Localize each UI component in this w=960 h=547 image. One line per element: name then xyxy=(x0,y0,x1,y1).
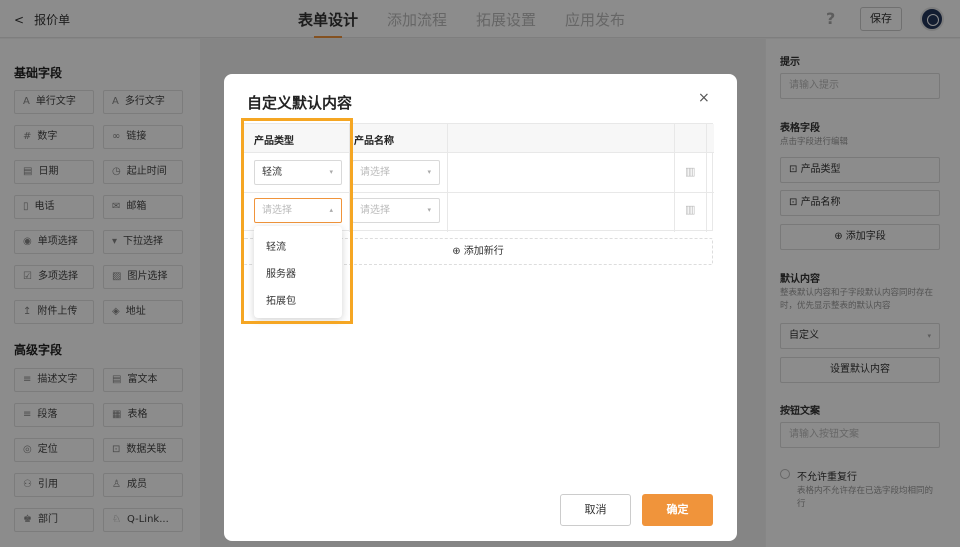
column-divider xyxy=(706,124,707,232)
plus-circle-icon: ⊕ xyxy=(452,246,464,257)
trash-icon[interactable]: ▥ xyxy=(685,165,695,178)
column-divider xyxy=(674,124,675,232)
trash-icon[interactable]: ▥ xyxy=(685,203,695,216)
chevron-down-icon: ▾ xyxy=(427,206,431,214)
column-header: 产品名称 xyxy=(354,136,394,147)
close-icon[interactable]: × xyxy=(698,90,710,106)
ok-button[interactable]: 确定 xyxy=(642,494,713,526)
dialog-title: 自定义默认内容 xyxy=(247,94,353,112)
cancel-button[interactable]: 取消 xyxy=(560,494,631,526)
product-name-select[interactable]: 请选择 ▾ xyxy=(352,198,440,223)
column-divider xyxy=(447,124,448,232)
highlight-frame xyxy=(241,118,353,324)
chevron-down-icon: ▾ xyxy=(427,168,431,176)
product-name-select[interactable]: 请选择 ▾ xyxy=(352,160,440,185)
